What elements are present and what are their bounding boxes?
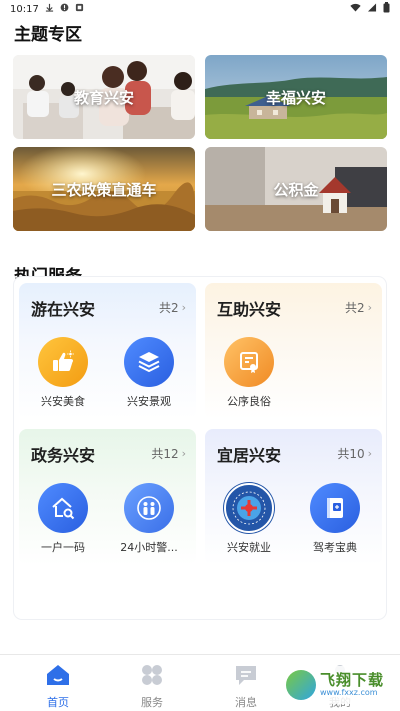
battery-icon [383, 2, 390, 16]
tile-agriculture-policy[interactable]: 三农政策直通车 [13, 147, 195, 231]
watermark-text-cn: 飞翔下载 [320, 671, 385, 689]
card-title: 政务兴安 [31, 446, 96, 465]
status-time: 10:17 [10, 3, 39, 15]
nav-services[interactable]: 服务 [122, 663, 182, 710]
download-icon [45, 3, 54, 15]
card-title: 游在兴安 [31, 300, 96, 319]
service-xingan-food[interactable]: 兴安美食 [27, 337, 99, 409]
card-count-text: 共12 [151, 447, 179, 461]
tile-education[interactable]: 教育兴安 [13, 55, 195, 139]
driving-book-icon [310, 483, 360, 533]
tile-agriculture-label: 三农政策直通车 [51, 180, 157, 199]
app-notification-icon [75, 3, 84, 15]
card-title: 宜居兴安 [217, 446, 282, 465]
service-household-code[interactable]: 一户一码 [27, 483, 99, 555]
service-public-order[interactable]: 公序良俗 [213, 337, 285, 409]
service-xingan-scenery[interactable]: 兴安景观 [113, 337, 185, 409]
nav-home-label: 首页 [47, 696, 69, 709]
nav-messages-label: 消息 [235, 696, 257, 709]
service-24h-police[interactable]: 24小时警... [113, 483, 185, 555]
status-bar: 10:17 [0, 0, 400, 18]
hot-services-panel: 游在兴安 共2 › 兴安美食 兴安景观 互助兴安 共2 › 公序良俗 政务兴安 … [14, 277, 386, 619]
card-gov-affairs-xingan[interactable]: 政务兴安 共12 › 一户一码 24小时警... [19, 429, 196, 565]
tile-housing-fund[interactable]: 公积金 [205, 147, 387, 231]
chevron-right-icon: › [181, 447, 186, 460]
card-count-text: 共2 [158, 301, 179, 315]
card-count[interactable]: 共10 › [337, 445, 372, 462]
service-label: 一户一码 [41, 541, 85, 554]
card-count[interactable]: 共2 › [159, 299, 186, 316]
service-driving-exam[interactable]: 驾考宝典 [299, 483, 371, 555]
alert-icon [60, 3, 69, 15]
tile-happiness[interactable]: 幸福兴安 [205, 55, 387, 139]
grid-icon [142, 665, 162, 685]
tile-housing-fund-label: 公积金 [273, 180, 319, 199]
card-tour-xingan[interactable]: 游在兴安 共2 › 兴安美食 兴安景观 [19, 283, 196, 419]
watermark-logo: 飞翔下载 www.fxxz.com [280, 666, 392, 704]
watermark-text-en: www.fxxz.com [320, 688, 378, 697]
service-label: 兴安美食 [41, 395, 85, 408]
layers-icon [124, 337, 174, 387]
nav-services-label: 服务 [141, 696, 163, 709]
chevron-right-icon: › [367, 301, 372, 314]
service-label: 公序良俗 [227, 395, 271, 408]
service-label: 驾考宝典 [313, 541, 357, 554]
nav-home[interactable]: 首页 [28, 663, 88, 710]
theme-section-title: 主题专区 [14, 25, 82, 45]
card-count[interactable]: 共12 › [151, 445, 186, 462]
chevron-right-icon: › [181, 301, 186, 314]
service-label: 兴安就业 [227, 541, 271, 554]
tile-happiness-label: 幸福兴安 [265, 88, 326, 107]
card-count-text: 共2 [344, 301, 365, 315]
chevron-right-icon: › [367, 447, 372, 460]
nav-messages[interactable]: 消息 [216, 663, 276, 710]
certificate-icon [224, 337, 274, 387]
service-xingan-employment[interactable]: 兴安就业 [213, 483, 285, 555]
card-title: 互助兴安 [217, 300, 282, 319]
home-icon [47, 665, 69, 685]
wifi-icon [350, 3, 361, 15]
service-label: 24小时警... [120, 541, 178, 554]
watermark-logo-icon [286, 670, 316, 700]
service-label: 兴安景观 [127, 395, 171, 408]
signal-icon [367, 3, 377, 15]
house-search-icon [38, 483, 88, 533]
card-livable-xingan[interactable]: 宜居兴安 共10 › 兴安就业 驾考宝典 [205, 429, 382, 565]
employment-emblem-icon [224, 483, 274, 533]
card-mutual-aid-xingan[interactable]: 互助兴安 共2 › 公序良俗 [205, 283, 382, 419]
tile-education-label: 教育兴安 [73, 88, 134, 107]
message-icon [236, 666, 256, 685]
police-people-icon [124, 483, 174, 533]
card-count-text: 共10 [337, 447, 365, 461]
card-count[interactable]: 共2 › [345, 299, 372, 316]
thumbs-up-icon [38, 337, 88, 387]
